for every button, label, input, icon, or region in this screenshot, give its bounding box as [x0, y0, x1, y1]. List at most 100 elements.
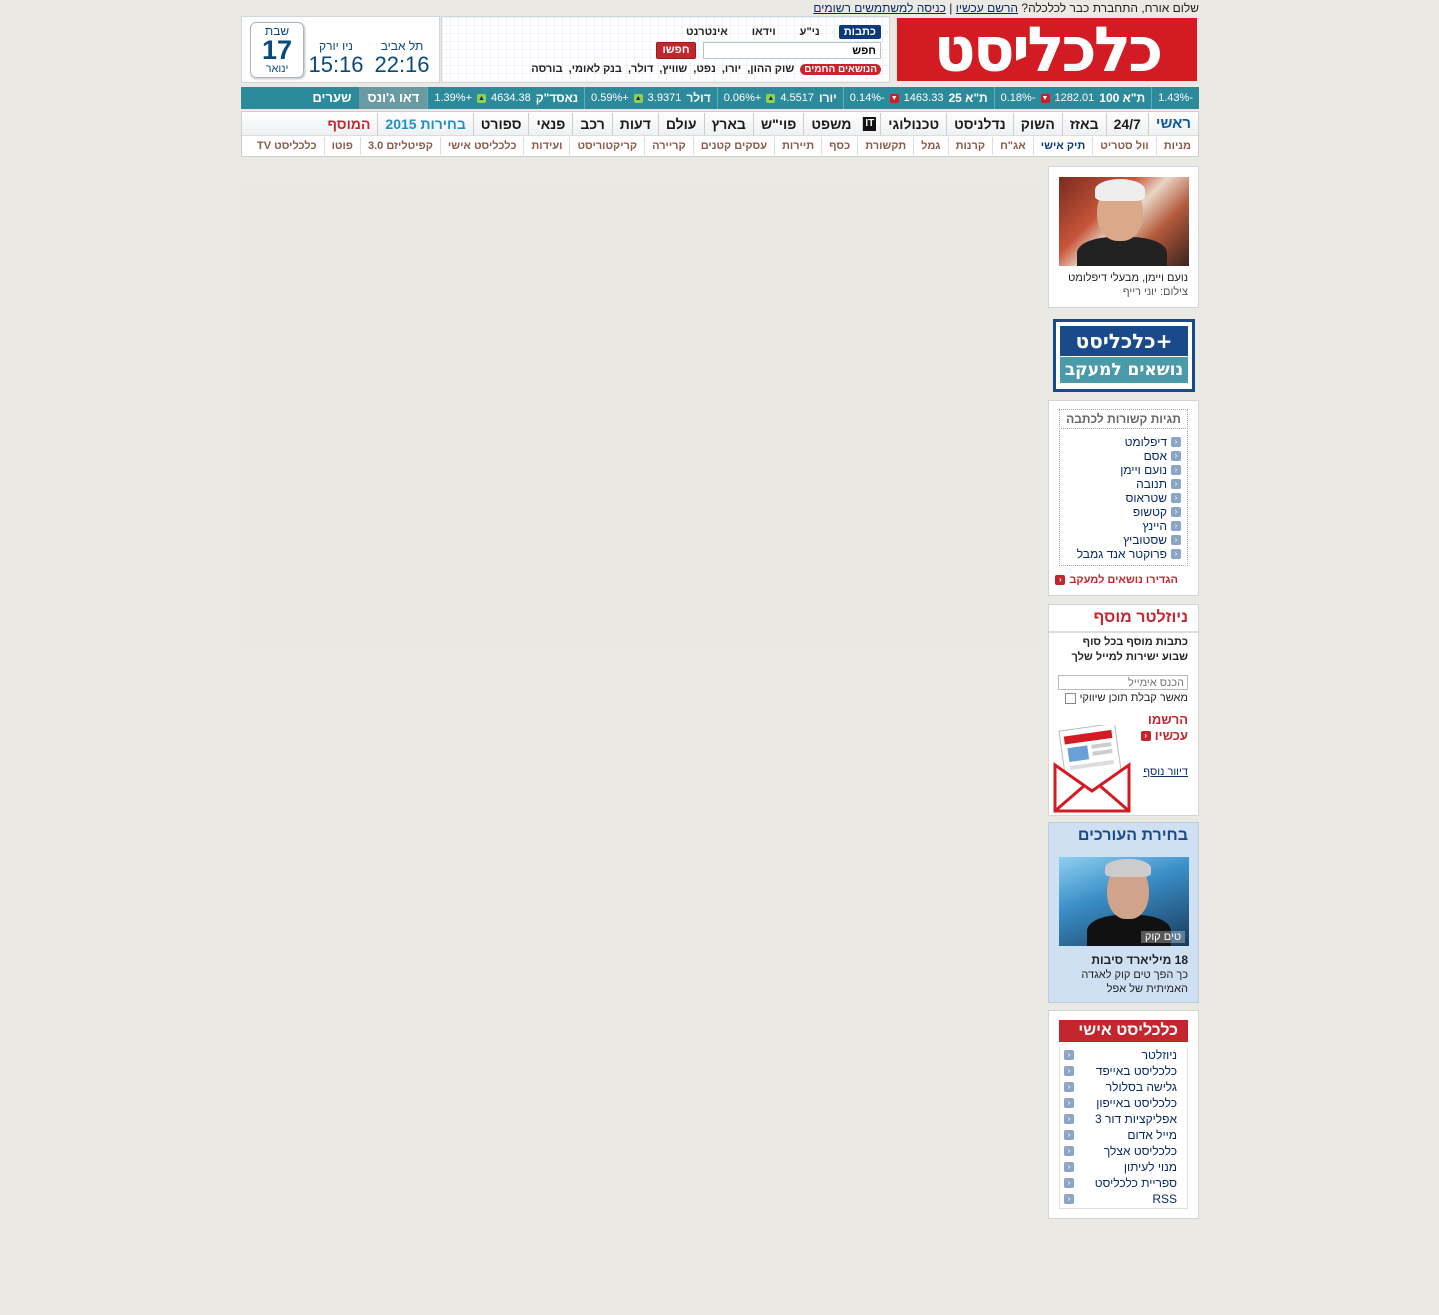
editors-pick-photo[interactable]: טים קוק — [1059, 857, 1189, 946]
subnav-item[interactable]: מניות — [1155, 137, 1198, 155]
newsletter-email-input[interactable] — [1058, 675, 1188, 690]
personal-link[interactable]: ספריית כלכליסט ‹ — [1060, 1175, 1187, 1191]
nav-item[interactable]: עולם — [657, 112, 704, 135]
consent-label: מאשר קבלת תוכן שיווקי — [1079, 692, 1188, 704]
ticker-label-dow[interactable]: דאו ג'ונס — [359, 87, 428, 109]
personal-link[interactable]: כלכליסט באייפון ‹ — [1060, 1095, 1187, 1111]
tags-list: ‹ דיפלומט ‹ אסם ‹ נועם ויימן ‹ תנובה ‹ שטראוס… — [1059, 431, 1188, 566]
nav-item[interactable]: פוי"ש — [752, 112, 804, 135]
hot-topic-link[interactable]: נפט, — [693, 63, 716, 75]
nav-item[interactable]: פנאי — [528, 112, 572, 135]
ticker-item[interactable]: -1.43% — [1151, 87, 1199, 109]
ticker-value: 1463.33 — [903, 92, 944, 104]
up-arrow-icon: ▲ — [477, 93, 486, 103]
personal-link-label: כלכליסט באייפד — [1095, 1064, 1177, 1078]
search-tab-video[interactable]: וידאו — [747, 25, 781, 39]
personal-link[interactable]: גלישה בסלולר ‹ — [1060, 1079, 1187, 1095]
login-link[interactable]: כניסה למשתמשים רשומים — [813, 1, 946, 15]
follow-topics-link[interactable]: הגדירו נושאים למעקב ‹ — [1055, 574, 1178, 586]
tag-item[interactable]: ‹ פרוקטר אנד גמבל — [1060, 547, 1187, 561]
nav-item[interactable]: 24/7 — [1105, 112, 1148, 135]
personal-link[interactable]: אפליקציות דור 3 ‹ — [1060, 1111, 1187, 1127]
nav-item-home[interactable]: ראשי — [1147, 112, 1198, 135]
editors-pick-headline[interactable]: 18 מיליארד סיבות — [1091, 953, 1188, 967]
hot-topic-link[interactable]: בנק לאומי, — [569, 63, 622, 75]
subnav-item[interactable]: קריקטוריסט — [569, 137, 644, 155]
search-tab-securities[interactable]: ני"ע — [795, 25, 825, 39]
tag-item[interactable]: ‹ נועם ויימן — [1060, 463, 1187, 477]
nav-item-it[interactable]: IT — [862, 116, 877, 131]
more-mailing-link[interactable]: דיוור נוסף — [1143, 766, 1188, 778]
personal-link[interactable]: כלכליסט אצלך ‹ — [1060, 1143, 1187, 1159]
subnav-item[interactable]: כלכליסט אישי — [439, 137, 524, 155]
editors-pick-subtitle[interactable]: כך הפך טים קוק לאגדה האמיתית של אפל — [1058, 968, 1188, 996]
up-arrow-icon: ▲ — [766, 93, 776, 103]
subnav-item-selected[interactable]: תיק אישי — [1032, 137, 1092, 155]
tag-item[interactable]: ‹ אסם — [1060, 449, 1187, 463]
plus-topics-banner[interactable]: כלכליסט+ נושאים למעקב — [1053, 319, 1195, 392]
site-logo[interactable]: כלכליסט — [895, 16, 1199, 83]
subnav-item[interactable]: תקשורת — [857, 137, 913, 155]
article-photo[interactable] — [1059, 177, 1189, 266]
ticker-label-rates[interactable]: שערים — [304, 87, 360, 109]
hot-topic-link[interactable]: בורסה — [531, 63, 562, 75]
nav-item-supplement[interactable]: המוסף — [320, 113, 377, 135]
tag-item[interactable]: ‹ שסטוביץ — [1060, 533, 1187, 547]
hot-topic-link[interactable]: שוק ההון, — [747, 63, 794, 75]
personal-links-list: ניוזלטר ‹ כלכליסט באייפד ‹ גלישה בסלולר ‹ כ… — [1059, 1047, 1188, 1209]
hot-topic-link[interactable]: יורו, — [722, 63, 741, 75]
ticker-item[interactable]: ת"א 100 1282.01 ▼ -0.18% — [993, 87, 1152, 109]
subnav-item[interactable]: וול סטריט — [1092, 137, 1155, 155]
ticker-item[interactable]: נאסד"ק 4634.38 ▲ +1.39% — [427, 87, 584, 109]
search-button[interactable]: חפשו — [656, 42, 696, 59]
consent-checkbox[interactable] — [1064, 692, 1076, 704]
subnav-item[interactable]: פוטו — [323, 137, 360, 155]
subnav-item[interactable]: קפיטליזם 3.0 — [359, 137, 440, 155]
newsletter-register-button[interactable]: הרשמו עכשיו ‹ — [1140, 712, 1188, 744]
personal-link[interactable]: RSS ‹ — [1060, 1191, 1187, 1207]
ticker-change: -0.14% — [849, 92, 885, 104]
ticker-item[interactable]: דולר 3.9371 ▲ +0.59% — [584, 87, 717, 109]
subnav-item[interactable]: תיירות — [774, 137, 821, 155]
nav-item[interactable]: באזז — [1061, 112, 1106, 135]
subnav-item[interactable]: גמל — [913, 137, 947, 155]
subnav-item[interactable]: עסקים קטנים — [692, 137, 774, 155]
personal-link[interactable]: מייל אדום ‹ — [1060, 1127, 1187, 1143]
nav-item[interactable]: ספורט — [472, 112, 529, 135]
subnav-item[interactable]: ועידות — [523, 137, 569, 155]
nav-item[interactable]: משפט — [803, 112, 858, 135]
tag-item[interactable]: ‹ תנובה — [1060, 477, 1187, 491]
hot-topic-link[interactable]: דולר, — [628, 63, 653, 75]
ticker-item[interactable]: ת"א 25 1463.33 ▼ -0.14% — [842, 87, 994, 109]
follow-topics-label: הגדירו נושאים למעקב — [1069, 574, 1178, 586]
nav-item[interactable]: רכב — [572, 112, 611, 135]
search-tab-articles[interactable]: כתבות — [838, 25, 881, 39]
nav-item[interactable]: נדלניסט — [946, 112, 1013, 135]
newsletter-description: כתבות מוסף בכל סוף שבוע ישירות למייל שלך — [1072, 635, 1188, 665]
subnav-item[interactable]: קריירה — [644, 137, 693, 155]
subnav-item[interactable]: אג"ח — [992, 137, 1033, 155]
nav-item[interactable]: טכנולוגי — [880, 112, 946, 135]
tag-item[interactable]: ‹ שטראוס — [1060, 491, 1187, 505]
subnav-item[interactable]: כלכליסט TV — [250, 137, 324, 155]
chevron-left-icon: ‹ — [1171, 479, 1181, 489]
personal-link[interactable]: ניוזלטר ‹ — [1060, 1047, 1187, 1063]
personal-link-label: ספריית כלכליסט — [1094, 1176, 1177, 1190]
subnav-item[interactable]: כסף — [821, 137, 857, 155]
nav-item[interactable]: השוק — [1012, 112, 1062, 135]
hot-topic-link[interactable]: שוויץ, — [659, 63, 687, 75]
search-tab-internet[interactable]: אינטרנט — [681, 25, 733, 39]
nav-item-elections[interactable]: בחירות 2015 — [377, 112, 472, 135]
subnav-item[interactable]: קרנות — [947, 137, 993, 155]
nav-item[interactable]: דעות — [611, 112, 658, 135]
nav-item[interactable]: בארץ — [703, 112, 753, 135]
tag-item[interactable]: ‹ היינץ — [1060, 519, 1187, 533]
site-header: כלכליסט כתבות ני"ע וידאו אינטרנט חפשו הנ… — [241, 16, 1199, 84]
ticker-item[interactable]: יורו 4.5517 ▲ +0.06% — [716, 87, 843, 109]
tag-item[interactable]: ‹ דיפלומט — [1060, 435, 1187, 449]
personal-link[interactable]: מנוי לעיתון ‹ — [1060, 1159, 1187, 1175]
photo-caption: נועם ויימן, מבעלי דיפלומט צילום: יוני רי… — [1068, 271, 1188, 299]
search-input[interactable] — [703, 42, 881, 59]
personal-link[interactable]: כלכליסט באייפד ‹ — [1060, 1063, 1187, 1079]
tag-item[interactable]: ‹ קטשופ — [1060, 505, 1187, 519]
